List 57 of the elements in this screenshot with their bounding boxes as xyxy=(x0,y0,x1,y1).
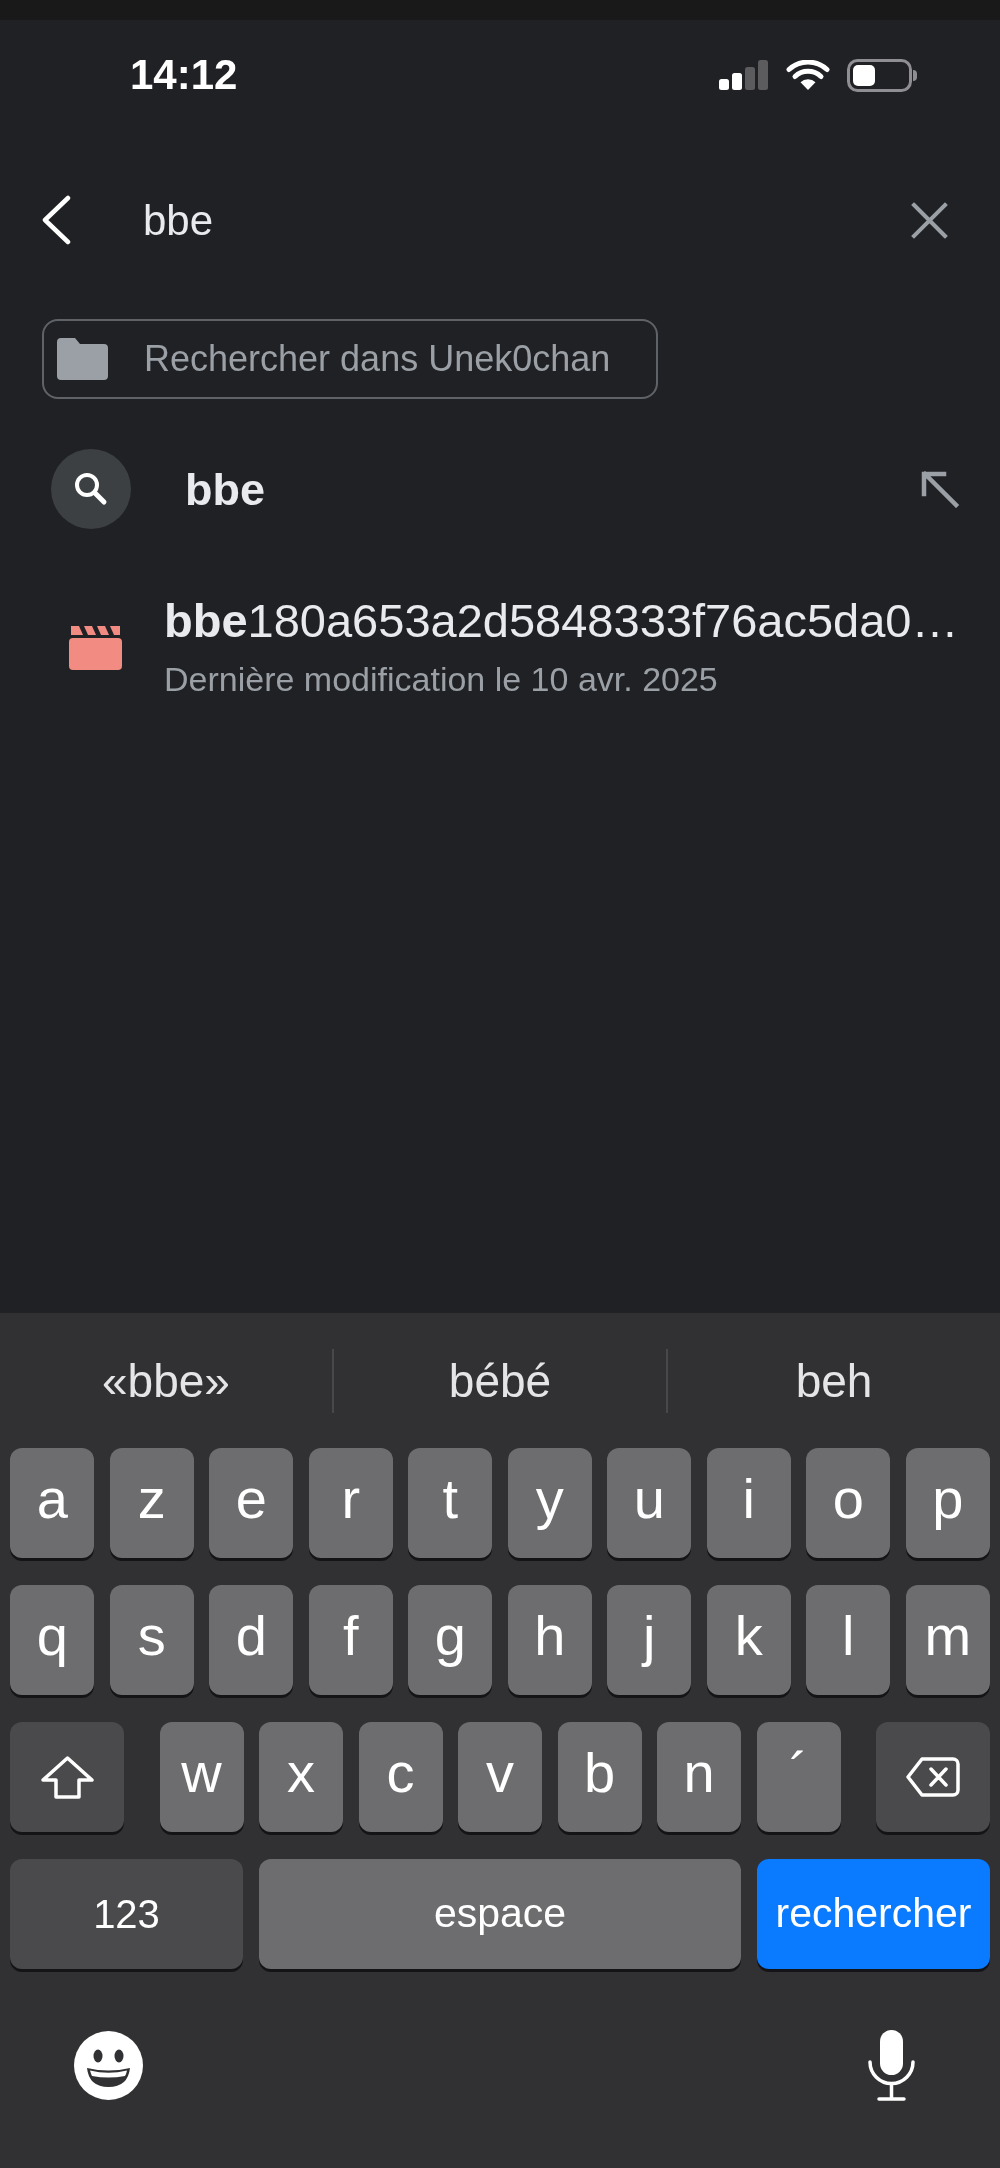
arrow-up-left-icon xyxy=(920,470,959,508)
search-key[interactable]: rechercher xyxy=(757,1859,990,1969)
letter-key[interactable]: b xyxy=(557,1722,642,1832)
letter-key[interactable]: z xyxy=(109,1448,194,1558)
letter-key[interactable]: p xyxy=(905,1448,990,1558)
shift-key[interactable] xyxy=(10,1722,124,1832)
letter-key[interactable]: r xyxy=(308,1448,393,1558)
back-chevron-icon xyxy=(41,195,71,245)
letter-key[interactable]: g xyxy=(408,1585,493,1695)
letter-key[interactable]: t xyxy=(408,1448,493,1558)
letter-key[interactable]: w xyxy=(159,1722,244,1832)
letter-key[interactable]: ´ xyxy=(756,1722,841,1832)
letter-key[interactable]: x xyxy=(259,1722,343,1832)
query-suggestion[interactable]: bbe xyxy=(185,466,265,512)
folder-icon xyxy=(57,338,108,380)
letter-key[interactable]: h xyxy=(507,1585,592,1695)
letter-key[interactable]: y xyxy=(507,1448,592,1558)
space-key[interactable]: espace xyxy=(259,1859,741,1969)
file-name[interactable]: bbe180a653a2d5848333f76ac5da0… xyxy=(164,594,959,648)
letter-key[interactable]: o xyxy=(806,1448,891,1558)
close-icon xyxy=(911,201,948,239)
letter-key[interactable]: d xyxy=(209,1585,294,1695)
letter-key[interactable]: c xyxy=(358,1722,443,1832)
word-prediction[interactable]: beh xyxy=(668,1357,1000,1404)
status-time: 14:12 xyxy=(130,54,238,96)
search-icon xyxy=(51,449,131,529)
fill-query-button[interactable] xyxy=(920,470,959,508)
letter-key[interactable]: u xyxy=(607,1448,692,1558)
back-button[interactable] xyxy=(41,195,71,245)
letter-key[interactable]: j xyxy=(607,1585,692,1695)
search-field[interactable]: bbe xyxy=(143,190,891,250)
letter-key[interactable]: m xyxy=(905,1585,990,1695)
search-scope-chip[interactable]: Rechercher dans Unek0chan xyxy=(42,319,658,399)
shift-arrow-icon xyxy=(39,1754,95,1800)
clear-button[interactable] xyxy=(911,201,948,239)
smiley-face-icon[interactable] xyxy=(74,2031,143,2100)
signal-bars-icon xyxy=(719,60,769,90)
file-modified-date: Dernière modification le 10 avr. 2025 xyxy=(164,659,719,700)
letter-key[interactable]: f xyxy=(308,1585,393,1695)
letter-key[interactable]: l xyxy=(806,1585,891,1695)
letter-key[interactable]: v xyxy=(458,1722,542,1832)
clapperboard-icon xyxy=(69,625,122,670)
word-prediction[interactable]: «bbe» xyxy=(0,1357,332,1404)
letter-key[interactable]: i xyxy=(706,1448,791,1558)
backspace-icon xyxy=(906,1756,960,1798)
microphone-icon[interactable] xyxy=(867,2030,916,2101)
wifi-icon xyxy=(786,60,830,90)
letter-key[interactable]: a xyxy=(10,1448,95,1558)
letter-key[interactable]: s xyxy=(109,1585,194,1695)
delete-key[interactable] xyxy=(876,1722,990,1832)
letter-key[interactable]: e xyxy=(209,1448,294,1558)
word-prediction[interactable]: bébé xyxy=(334,1357,666,1404)
letter-key[interactable]: n xyxy=(657,1722,741,1832)
battery-icon xyxy=(847,58,917,92)
letter-key[interactable]: k xyxy=(706,1585,791,1695)
letter-key[interactable]: q xyxy=(10,1585,95,1695)
numbers-key[interactable]: 123 xyxy=(10,1859,243,1969)
